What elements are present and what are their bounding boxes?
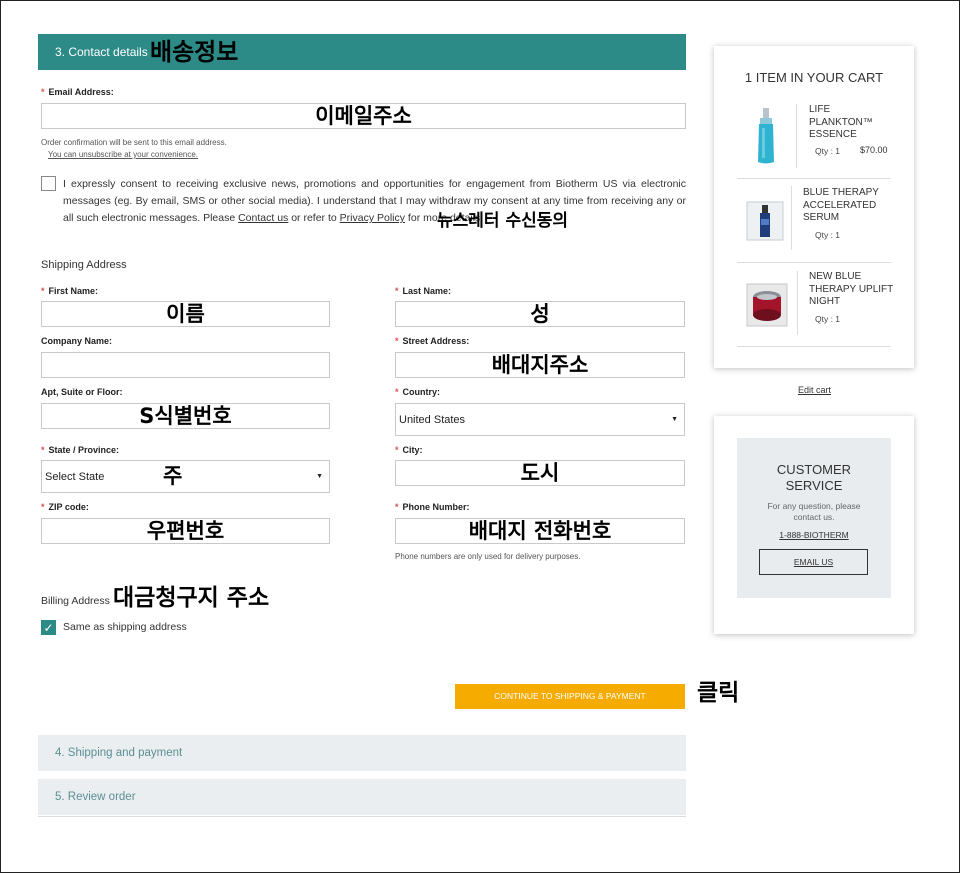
cart-item-qty: Qty : 1 xyxy=(815,314,841,324)
newsletter-consent-checkbox[interactable] xyxy=(41,176,56,191)
zip-label: * ZIP code: xyxy=(41,502,89,512)
annotation-last-name: 성 xyxy=(530,301,550,326)
country-value: United States xyxy=(399,413,466,426)
cart-item-price: $70.00 xyxy=(860,145,888,155)
edit-cart-link[interactable]: Edit cart xyxy=(798,385,831,395)
continue-to-shipping-button[interactable]: CONTINUE TO SHIPPING & PAYMENT xyxy=(455,684,685,709)
section-review-order-label: 5. Review order xyxy=(55,791,136,803)
product-image-life-plankton xyxy=(754,106,778,166)
item-divider xyxy=(796,104,797,168)
state-value: Select State xyxy=(45,470,105,483)
annotation-newsletter: 뉴스레터 수신동의 xyxy=(437,211,569,231)
same-as-shipping-label: Same as shipping address xyxy=(63,621,187,633)
annotation-click: 클릭 xyxy=(697,680,740,706)
first-name-label: * First Name: xyxy=(41,286,99,296)
phone-label: * Phone Number: xyxy=(395,502,470,512)
section-review-order[interactable]: 5. Review order xyxy=(38,779,686,815)
annotation-state: 주 xyxy=(163,464,183,488)
item-divider xyxy=(797,271,798,335)
shipping-address-heading: Shipping Address xyxy=(41,259,127,271)
street-address-label: * Street Address: xyxy=(395,336,470,346)
cart-summary: 1 ITEM IN YOUR CART LIFE PLANKTON™ ESSEN… xyxy=(714,46,914,368)
annotation-city: 도시 xyxy=(520,460,560,485)
apt-suite-field[interactable]: S식별번호 xyxy=(41,403,330,429)
item-divider xyxy=(791,186,792,250)
phone-note: Phone numbers are only used for delivery… xyxy=(395,552,581,561)
state-label: * State / Province: xyxy=(41,445,120,455)
section-shipping-payment[interactable]: 4. Shipping and payment xyxy=(38,735,686,771)
checkmark-icon: ✓ xyxy=(43,621,54,635)
company-name-field[interactable] xyxy=(41,352,330,378)
annotation-zip: 우편번호 xyxy=(146,518,225,543)
annotation-email: 이메일주소 xyxy=(315,103,412,128)
contact-us-link[interactable]: Contact us xyxy=(238,212,288,224)
customer-service-panel: CUSTOMER SERVICE For any question, pleas… xyxy=(737,438,891,598)
phone-field[interactable]: 배대지 전화번호 xyxy=(395,518,685,544)
dropdown-caret-icon: ▼ xyxy=(671,416,678,423)
last-name-label: * Last Name: xyxy=(395,286,452,296)
city-label: * City: xyxy=(395,445,423,455)
annotation-shipping-info: 배송정보 xyxy=(150,38,239,66)
country-label: * Country: xyxy=(395,387,441,397)
unsubscribe-link[interactable]: You can unsubscribe at your convenience. xyxy=(48,150,198,159)
annotation-billing: 대금청구지 주소 xyxy=(113,585,270,611)
product-image-blue-therapy-serum xyxy=(746,201,784,241)
item-separator xyxy=(737,346,891,347)
annotation-first-name: 이름 xyxy=(166,301,205,326)
last-name-field[interactable]: 성 xyxy=(395,301,685,327)
state-select[interactable]: Select State 주 ▼ xyxy=(41,460,330,493)
apt-suite-label: Apt, Suite or Floor: xyxy=(41,387,123,397)
cart-item-name: NEW BLUE THERAPY UPLIFT NIGHT xyxy=(809,271,894,307)
country-select[interactable]: United States ▼ xyxy=(395,403,685,436)
email-note: Order confirmation will be sent to this … xyxy=(41,138,227,147)
privacy-policy-link[interactable]: Privacy Policy xyxy=(340,212,405,224)
section-shipping-payment-label: 4. Shipping and payment xyxy=(55,747,183,759)
cart-item-qty: Qty : 1 xyxy=(815,230,841,240)
item-separator xyxy=(737,262,891,263)
zip-field[interactable]: 우편번호 xyxy=(41,518,330,544)
email-field[interactable]: 이메일주소 xyxy=(41,103,686,129)
cart-title: 1 ITEM IN YOUR CART xyxy=(744,70,884,85)
customer-service-subtitle: For any question, please contact us. xyxy=(767,501,861,522)
email-label: * Email Address: xyxy=(41,87,114,97)
section-contact-details[interactable]: 3. Contact details xyxy=(38,34,686,70)
cart-item-name: BLUE THERAPY ACCELERATED SERUM xyxy=(803,187,879,223)
consent-text: I expressly consent to receiving exclusi… xyxy=(63,178,686,224)
street-address-field[interactable]: 배대지주소 xyxy=(395,352,685,378)
customer-service-title: CUSTOMER SERVICE xyxy=(776,462,852,493)
item-separator xyxy=(737,178,891,179)
product-image-blue-therapy-night xyxy=(746,283,788,327)
cart-item-qty: Qty : 1 xyxy=(815,146,841,156)
same-as-shipping-checkbox[interactable]: ✓ xyxy=(41,620,56,635)
cart-item-name: LIFE PLANKTON™ ESSENCE xyxy=(809,104,873,140)
section-divider xyxy=(38,816,686,817)
dropdown-caret-icon: ▼ xyxy=(316,473,323,480)
city-field[interactable]: 도시 xyxy=(395,460,685,486)
annotation-street: 배대지주소 xyxy=(491,352,589,377)
annotation-phone: 배대지 전화번호 xyxy=(468,518,612,543)
company-name-label: Company Name: xyxy=(41,336,113,346)
section-contact-label: 3. Contact details xyxy=(55,45,148,59)
customer-service-phone-link[interactable]: 1-888-BIOTHERM xyxy=(737,530,891,540)
annotation-suite: S식별번호 xyxy=(139,403,232,428)
first-name-field[interactable]: 이름 xyxy=(41,301,330,327)
email-us-button[interactable]: EMAIL US xyxy=(759,549,868,575)
customer-service-card: CUSTOMER SERVICE For any question, pleas… xyxy=(714,416,914,634)
billing-address-heading: Billing Address xyxy=(41,595,110,607)
